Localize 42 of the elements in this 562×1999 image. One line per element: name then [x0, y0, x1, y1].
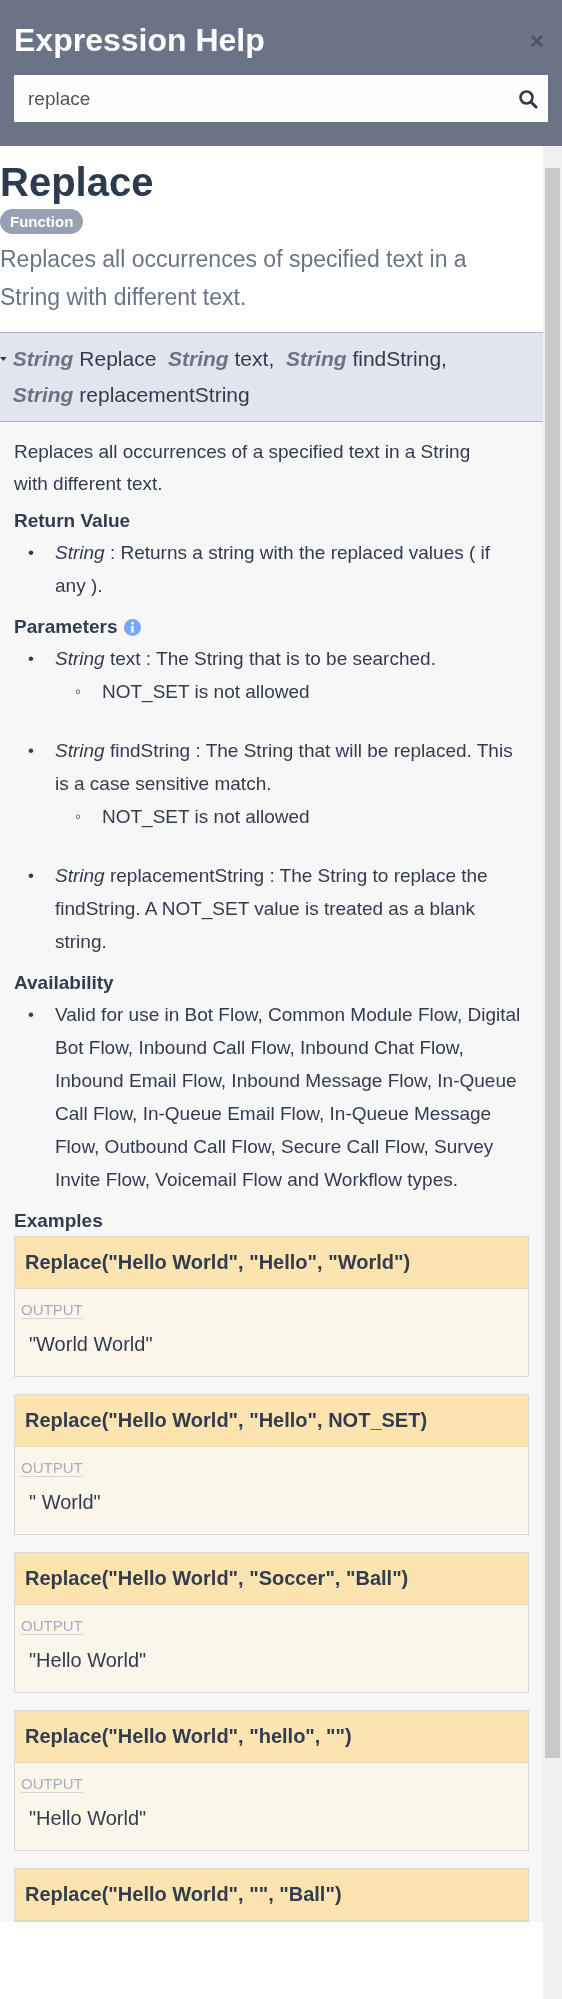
output-label: OUTPUT	[21, 1301, 83, 1319]
section-heading: Availability	[14, 972, 114, 994]
example-code: Replace("Hello World", "Hello", NOT_SET)	[15, 1395, 528, 1447]
scrollbar[interactable]	[543, 146, 562, 1999]
section-heading: Return Value	[14, 510, 131, 532]
example-code: Replace("Hello World", "hello", "")	[15, 1711, 528, 1763]
section-heading: Examples	[14, 1210, 103, 1232]
list-item-text: Valid for use in Bot Flow, Common Module Flow, Digital Bot Flow, Inbound Call Flow, Inbound Chat Flow, Inbound Email Flow, Inbound Message Flow, In-Queue Call Flow, In-Queue Email Flow, In-Queue Message Flow, Outbound Call Flow, Secure Call Flow, Survey Invite Flow, Voicemail Flow and Workflow types.	[55, 1004, 521, 1190]
bullet: •	[28, 865, 35, 887]
output-label: OUTPUT	[21, 1775, 83, 1793]
output-value: "World World"	[28, 1333, 153, 1356]
search-field[interactable]: replace	[14, 75, 548, 122]
example-code: Replace("Hello World", "Hello", "World")	[15, 1237, 528, 1289]
signature-header[interactable]: String Replace String text, String findString, String replacementString	[0, 332, 543, 422]
output-label: OUTPUT	[21, 1459, 83, 1477]
function-description: Replaces all occurrences of specified text in a String with different text.	[0, 245, 468, 312]
list-item-text: String text : The String that is to be searched.	[55, 648, 436, 669]
function-title: Replace	[0, 160, 155, 205]
bullet: ◦	[75, 681, 83, 703]
list-item-text: NOT_SET is not allowed	[102, 681, 310, 702]
list-item-text: NOT_SET is not allowed	[102, 806, 310, 827]
list-item-text: String findString : The String that will be replaced. This is a case sensitive match.	[55, 740, 513, 794]
example-code: Replace("Hello World", "Soccer", "Ball")	[15, 1553, 528, 1605]
scrollbar-thumb[interactable]	[545, 168, 560, 1758]
bullet: •	[28, 740, 35, 762]
output-value: "Hello World"	[28, 1649, 147, 1672]
bullet: ◦	[75, 806, 83, 828]
output-label: OUTPUT	[21, 1617, 83, 1635]
detail-summary: Replaces all occurrences of a specified text in a String with different text.	[14, 440, 472, 496]
panel-title: Expression Help	[14, 22, 265, 59]
list-item-text: String : Returns a string with the replaced values ( if any ).	[55, 542, 491, 596]
bullet: •	[28, 1004, 35, 1026]
function-tag: Function	[0, 209, 84, 234]
bullet: •	[28, 648, 35, 670]
list-item-text: String replacementString : The String to replace the findString. A NOT_SET value is treated as a blank string.	[55, 865, 488, 952]
search-icon[interactable]	[518, 89, 538, 109]
example-code: Replace("Hello World", "", "Ball")	[15, 1869, 528, 1921]
section-heading: Parameters	[14, 616, 118, 638]
output-value: " World"	[28, 1491, 101, 1514]
output-value: "Hello World"	[28, 1807, 147, 1830]
info-icon[interactable]	[123, 618, 141, 636]
bullet: •	[28, 542, 35, 564]
